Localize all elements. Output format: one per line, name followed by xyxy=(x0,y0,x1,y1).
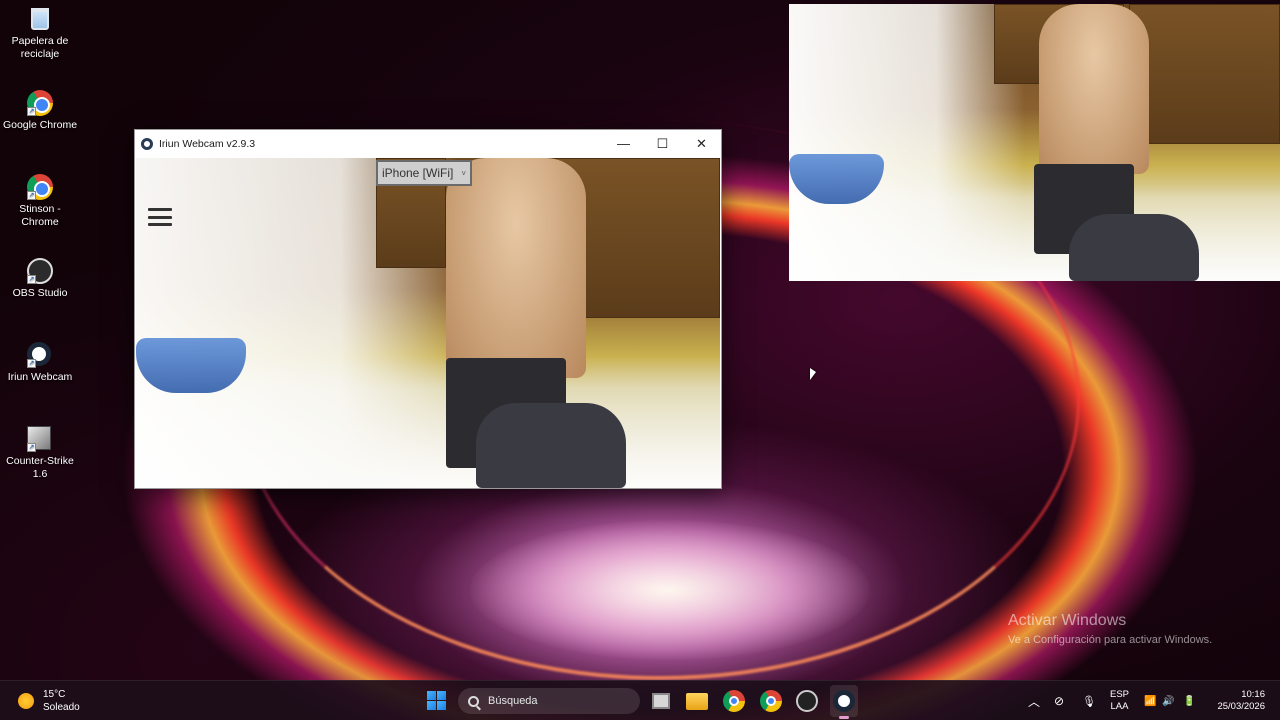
keyboard-layout: LAA xyxy=(1110,701,1129,712)
obs-camera-preview xyxy=(789,4,1280,281)
weather-desc: Soleado xyxy=(43,702,80,713)
start-button[interactable] xyxy=(427,691,446,710)
desktop-icon-iriun-webcam[interactable]: ↗ Iriun Webcam xyxy=(0,342,80,384)
wallpaper-glow xyxy=(470,520,870,660)
chrome-icon[interactable] xyxy=(723,690,745,712)
chrome-profile-icon: ↗ xyxy=(27,174,53,200)
watermark-title: Activar Windows xyxy=(1008,612,1127,629)
watermark-subtitle: Ve a Configuración para activar Windows. xyxy=(1008,634,1213,646)
webcam-feed: iPhone [WiFi] ˅ xyxy=(136,158,720,488)
weather-widget[interactable]: 15°C Soleado xyxy=(18,688,80,714)
iriun-webcam-window: Iriun Webcam v2.9.3 — ☐ ✕ iPhone [WiFi] … xyxy=(134,129,722,489)
volume-icon[interactable]: 🔊 xyxy=(1162,681,1174,720)
weather-temp: 15°C xyxy=(43,689,66,700)
iriun-icon[interactable] xyxy=(833,690,855,712)
obs-icon[interactable] xyxy=(796,690,818,712)
menu-icon[interactable] xyxy=(148,208,172,226)
language-indicator[interactable]: ESP LAA xyxy=(1110,689,1129,713)
desktop-icon-label: OBS Studio xyxy=(12,287,68,299)
activation-watermark: Activar Windows Ve a Configuración para … xyxy=(1008,612,1212,646)
device-select[interactable]: iPhone [WiFi] ˅ xyxy=(376,160,472,186)
search-placeholder: Búsqueda xyxy=(488,695,538,707)
desktop-icon-label: Google Chrome xyxy=(2,119,78,131)
obs-icon: ↗ xyxy=(27,258,53,284)
task-view-icon[interactable] xyxy=(652,693,670,709)
battery-icon[interactable]: 🔋 xyxy=(1183,681,1195,720)
close-button[interactable]: ✕ xyxy=(682,130,721,157)
maximize-button[interactable]: ☐ xyxy=(643,130,682,157)
chrome-icon: ↗ xyxy=(27,90,53,116)
counter-strike-icon: ↗ xyxy=(27,426,53,452)
minimize-button[interactable]: — xyxy=(604,130,643,157)
wifi-icon[interactable]: 📶 xyxy=(1144,681,1156,720)
desktop-icon-label: Counter-Strike 1.6 xyxy=(6,455,74,480)
mouse-cursor-icon xyxy=(810,368,816,380)
desktop-icon-label: Papelera de reciclaje xyxy=(11,35,69,60)
iriun-icon xyxy=(141,137,153,150)
microphone-icon[interactable]: 🎙 xyxy=(1082,681,1096,720)
device-select-value: iPhone [WiFi] xyxy=(381,166,454,180)
tray-overflow-icon[interactable]: ︿ xyxy=(1028,681,1040,720)
chevron-down-icon: ˅ xyxy=(461,168,467,178)
sun-icon xyxy=(18,693,34,709)
desktop-icon-google-chrome[interactable]: ↗ Google Chrome xyxy=(0,90,80,132)
taskbar: 15°C Soleado Búsqueda ︿ ⊘ 🎙 ESP LAA 📶 🔊 … xyxy=(0,680,1280,720)
taskbar-search[interactable]: Búsqueda xyxy=(458,688,640,714)
iriun-icon: ↗ xyxy=(27,342,53,368)
desktop-icon-label: Stinson - Chrome xyxy=(19,203,61,228)
desktop-icon-recycle-bin[interactable]: Papelera de reciclaje xyxy=(0,6,80,61)
language-code: ESP xyxy=(1110,689,1130,700)
window-titlebar[interactable]: Iriun Webcam v2.9.3 — ☐ ✕ xyxy=(135,130,721,157)
desktop-icon-stinson-chrome[interactable]: ↗ Stinson - Chrome xyxy=(0,174,80,229)
window-title: Iriun Webcam v2.9.3 xyxy=(159,137,256,150)
recycle-bin-icon xyxy=(27,6,53,32)
clock-date: 25/03/2026 xyxy=(1217,701,1265,712)
desktop-icon-obs-studio[interactable]: ↗ OBS Studio xyxy=(0,258,80,300)
search-icon xyxy=(468,695,479,707)
camera-off-icon[interactable]: ⊘ xyxy=(1054,681,1064,720)
clock-time: 10:16 xyxy=(1241,689,1265,700)
desktop-icon-label: Iriun Webcam xyxy=(7,371,73,383)
file-explorer-icon[interactable] xyxy=(686,693,708,710)
chrome-profile-icon[interactable] xyxy=(760,690,782,712)
active-indicator xyxy=(839,716,849,719)
taskbar-clock[interactable]: 10:16 25/03/2026 xyxy=(1210,689,1265,713)
desktop-icon-counter-strike[interactable]: ↗ Counter-Strike 1.6 xyxy=(0,426,80,481)
